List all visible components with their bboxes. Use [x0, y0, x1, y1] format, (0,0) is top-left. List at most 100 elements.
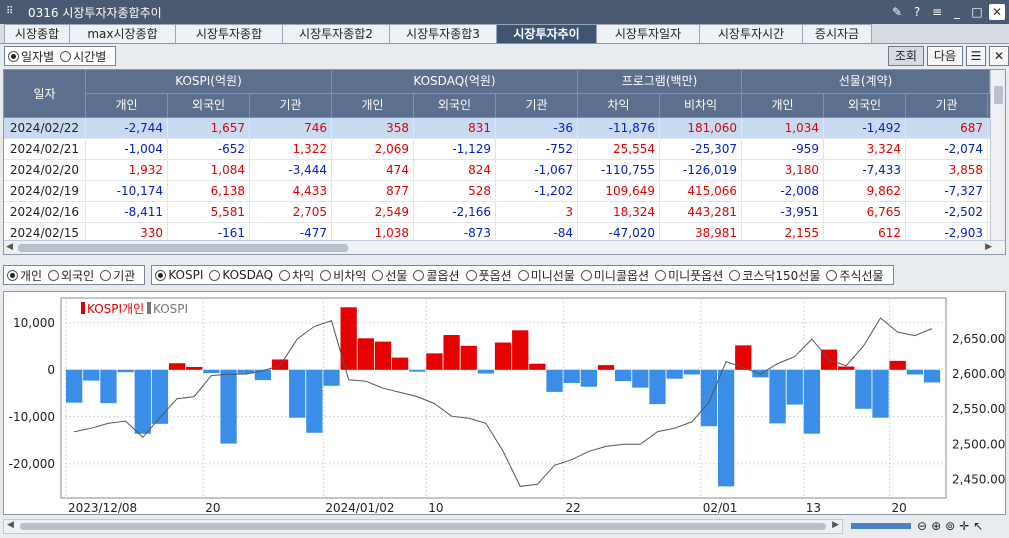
row-value: 2,705 [250, 202, 332, 223]
row-value: -959 [742, 139, 824, 160]
row-value: 1,657 [168, 118, 250, 139]
radio-market-5[interactable]: 콜옵션 [413, 267, 460, 284]
table-row[interactable]: 2024/02/21 -1,004 -652 1,322 2,069 -1,129 -752… [4, 139, 990, 160]
settings-icon[interactable]: ≡ [929, 4, 945, 20]
vertical-scrollbar[interactable] [990, 70, 1005, 240]
scroll-thumb[interactable] [18, 244, 348, 252]
right-tick-label: 2,600.00 [952, 367, 1005, 381]
radio-market-4[interactable]: 선물 [372, 267, 407, 284]
row-value: 4,433 [250, 181, 332, 202]
tab-0[interactable]: 시장종합 [4, 24, 70, 43]
radio-market-7[interactable]: 미니선물 [517, 267, 575, 284]
zoom-in-icon[interactable]: ⊕ [931, 519, 941, 533]
radio-circle-icon [320, 269, 332, 281]
data-table: 일자 KOSPI(억원) KOSDAQ(억원) 프로그램(백만) 선물(계약) 개인 외국인… [3, 69, 1006, 255]
table-row[interactable]: 2024/02/20 1,932 1,084 -3,444 474 824 -1,067 -1… [4, 160, 990, 181]
radio-market-9[interactable]: 미니풋옵션 [655, 267, 723, 284]
radio-circle-icon [7, 269, 18, 281]
list-icon[interactable]: ☰ [966, 46, 986, 66]
bar [151, 369, 169, 424]
tab-5[interactable]: 시장투자추이 [496, 24, 597, 43]
radio-circle-icon [655, 269, 667, 281]
horizontal-scrollbar[interactable]: ◀ ▶ [4, 240, 1005, 254]
tab-6[interactable]: 시장투자일자 [596, 24, 700, 43]
radio-investor-2[interactable]: 기관 [100, 267, 135, 284]
tab-1[interactable]: max시장종합 [69, 24, 176, 43]
row-value: -2,744 [86, 118, 168, 139]
table-row[interactable]: 2024/02/22 -2,744 1,657 746 358 831 -36 -11,876… [4, 118, 990, 139]
zoom-out-icon[interactable]: ⊖ [917, 519, 927, 533]
radio-daily[interactable]: 일자별 [8, 48, 54, 65]
close-icon[interactable]: ✕ [989, 4, 1005, 20]
close-panel-icon[interactable]: ✕ [989, 46, 1009, 66]
radio-market-3[interactable]: 비차익 [320, 267, 366, 284]
minimize-icon[interactable]: _ [949, 4, 965, 20]
radio-market-10[interactable]: 코스닥150선물 [729, 267, 820, 284]
x-tick-label: 2024/01/02 [325, 501, 394, 514]
left-tick-label: -10,000 [9, 410, 55, 424]
scroll-thumb[interactable] [994, 86, 1003, 104]
radio-investor-0[interactable]: 개인 [7, 267, 42, 284]
tab-7[interactable]: 시장투자시간 [699, 24, 803, 43]
tab-2[interactable]: 시장투자종합 [175, 24, 283, 43]
bar [494, 342, 512, 370]
radio-label: 기관 [113, 268, 136, 283]
table-row[interactable]: 2024/02/16 -8,411 5,581 2,705 2,549 -2,166 3 18… [4, 202, 990, 223]
zoom-slider[interactable] [851, 523, 911, 529]
radio-circle-icon [8, 50, 19, 62]
legend-label: KOSPI [153, 302, 188, 316]
tab-4[interactable]: 시장투자종합3 [389, 24, 497, 43]
radio-market-0[interactable]: KOSPI [155, 268, 203, 282]
pin-icon[interactable]: ✎ [889, 4, 905, 20]
radio-market-8[interactable]: 미니콜옵션 [580, 267, 649, 284]
next-button[interactable]: 다음 [926, 46, 963, 66]
tab-8[interactable]: 증시자금 [802, 24, 872, 43]
chart-scrollbar[interactable]: ◀ ▶ [3, 518, 843, 534]
tab-strip: 시장종합 max시장종합 시장투자종합 시장투자종합2 시장투자종합3 시장투자추이 시장투… [0, 24, 1009, 44]
left-tick-label: -20,000 [9, 457, 55, 471]
header-col: 개인 [742, 94, 824, 118]
row-date: 2024/02/22 [4, 118, 86, 139]
radio-label: 차익 [292, 268, 315, 283]
radio-market-2[interactable]: 차익 [279, 267, 314, 284]
bar [889, 360, 906, 370]
bar [83, 369, 100, 381]
header-col: 외국인 [824, 94, 906, 118]
radio-market-1[interactable]: KOSDAQ [209, 268, 273, 282]
row-value: 443,281 [660, 202, 742, 223]
bar [306, 369, 323, 433]
crosshair-icon[interactable]: ✛ [959, 519, 969, 533]
scroll-right-icon[interactable]: ▶ [985, 242, 992, 252]
scroll-left-icon[interactable]: ◀ [7, 520, 14, 530]
scroll-thumb[interactable] [20, 522, 826, 530]
row-value: -1,067 [496, 160, 578, 181]
bar [443, 335, 460, 370]
bar [220, 369, 237, 444]
radio-market-11[interactable]: 주식선물 [826, 267, 884, 284]
radio-market-6[interactable]: 풋옵션 [465, 267, 512, 284]
menu-grip-icon[interactable]: ⠿ [6, 6, 20, 18]
zoom-reset-icon[interactable]: ⊚ [945, 519, 955, 533]
help-icon[interactable]: ? [909, 4, 925, 20]
header-col: 개인 [332, 94, 414, 118]
search-button[interactable]: 조회 [887, 46, 924, 66]
cursor-icon[interactable]: ↖ [973, 519, 983, 533]
legend-swatch [147, 302, 151, 314]
scroll-left-icon[interactable]: ◀ [6, 242, 13, 252]
scroll-right-icon[interactable]: ▶ [832, 520, 839, 530]
maximize-icon[interactable]: □ [969, 4, 985, 20]
tab-3[interactable]: 시장투자종합2 [282, 24, 390, 43]
radio-label: KOSPI [168, 268, 204, 282]
radio-label: 개인 [20, 268, 43, 283]
radio-label: 미니선물 [530, 268, 575, 283]
radio-time[interactable]: 시간별 [60, 48, 106, 65]
radio-investor-1[interactable]: 외국인 [48, 267, 94, 284]
row-value: -2,166 [414, 202, 496, 223]
bar [632, 369, 649, 388]
row-value: -11,876 [578, 118, 660, 139]
table-row[interactable]: 2024/02/19 -10,174 6,138 4,433 877 528 -1,202 1… [4, 181, 990, 202]
bar [546, 369, 563, 392]
radio-time-label: 시간별 [73, 49, 107, 64]
radio-circle-icon [580, 269, 592, 281]
investor-chart: 2023/12/08 20 2024/01/02 10 22 02/01 13 20 10,00… [9, 297, 1005, 515]
